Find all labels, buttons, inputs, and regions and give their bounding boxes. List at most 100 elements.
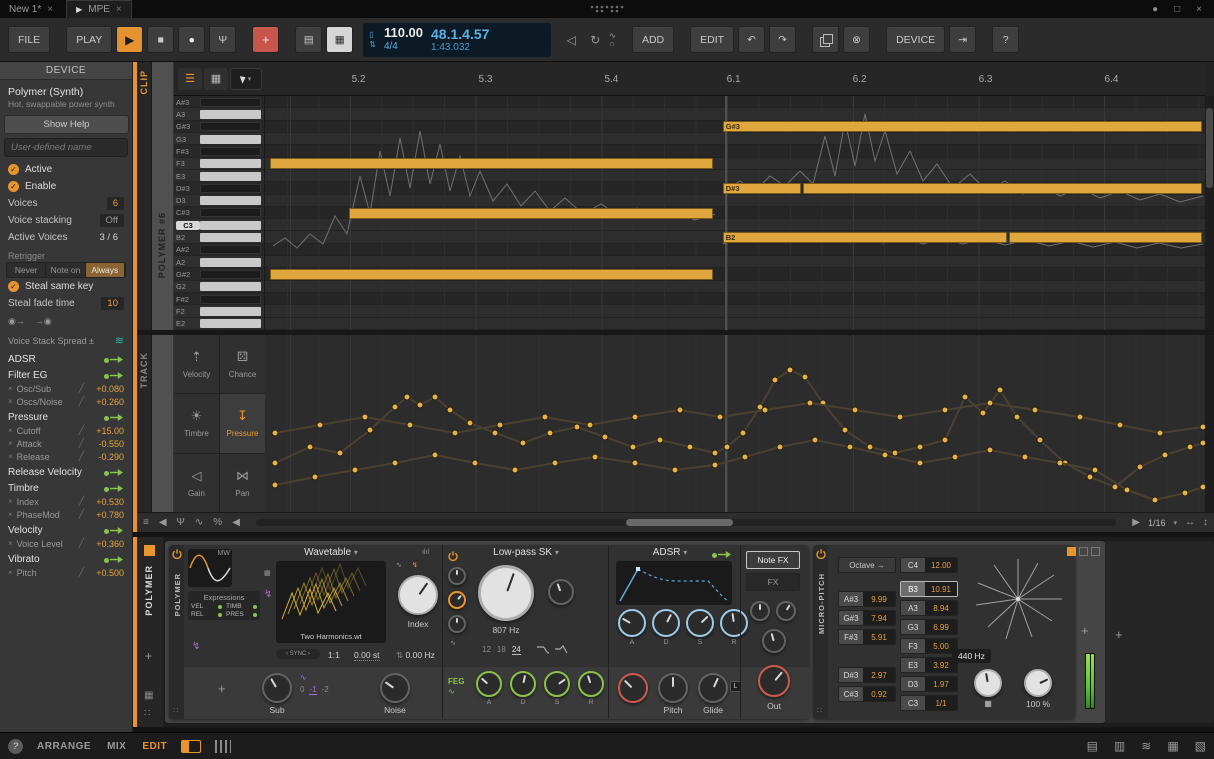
piano-key[interactable]: G#3 — [174, 121, 264, 133]
io-panel-icon[interactable]: ▤ — [1087, 739, 1098, 753]
copy-button[interactable] — [812, 26, 839, 53]
sub-knob[interactable] — [262, 673, 292, 703]
piano-key[interactable]: F3 — [174, 158, 264, 170]
mod-link-icon[interactable]: ↯ — [192, 641, 200, 652]
filter-drive-knob[interactable] — [448, 567, 466, 585]
midi-note[interactable]: G#3 — [723, 121, 1202, 132]
piano-key[interactable]: A#3 — [174, 96, 264, 108]
browser-panel-icon[interactable]: ▦ — [1167, 739, 1178, 753]
out-knob[interactable] — [758, 665, 790, 697]
tab-clip[interactable]: CLIP — [139, 70, 149, 95]
env-type-selector[interactable]: ADSR ▾ — [620, 547, 720, 558]
preroll-icon[interactable]: ◁ — [561, 33, 581, 47]
panel-layout-icon[interactable] — [181, 740, 201, 753]
midi-note[interactable]: D#3 — [723, 183, 801, 194]
retrigger-option[interactable]: Never — [7, 263, 46, 277]
note-in-routing-icon[interactable]: ◉→ — [8, 316, 25, 327]
drag-handle-icon[interactable]: ∷ — [817, 706, 822, 715]
cancel-button[interactable]: ⊗ — [843, 26, 870, 53]
tuning-value[interactable]: 12.00 — [925, 558, 957, 572]
tuning-value[interactable]: 1/1 — [925, 696, 957, 710]
filter-power-icon[interactable] — [448, 551, 458, 561]
project-tab-new1[interactable]: New 1* × — [0, 0, 62, 18]
automation-panel-icon[interactable]: ≋ — [1141, 739, 1151, 753]
vertical-scrollbar-thumb[interactable] — [1206, 108, 1213, 188]
grid-resolution-value[interactable]: 1/16 — [1148, 518, 1166, 528]
close-tab-icon[interactable]: × — [47, 4, 53, 15]
piano-key[interactable]: G3 — [174, 133, 264, 145]
undo-button[interactable]: ↶ — [738, 26, 765, 53]
filter-type-selector[interactable]: Low-pass SK ▾ — [466, 547, 586, 558]
keyboard-range-knob[interactable] — [974, 669, 1002, 697]
pres-depth-knob[interactable] — [776, 601, 796, 621]
remove-mod-icon[interactable]: × — [8, 568, 13, 577]
tuning-cell[interactable]: E3 3.92 — [900, 657, 958, 673]
tuning-cell[interactable]: C3 1/1 — [900, 695, 958, 711]
chain-color-square[interactable] — [1067, 547, 1076, 556]
mod-source-row[interactable]: Timbre — [0, 479, 132, 495]
feg-knob[interactable] — [544, 671, 570, 697]
clip-launcher-record-button[interactable]: ▤ — [295, 26, 322, 53]
mod-amount-value[interactable]: +0.500 — [88, 568, 124, 578]
song-time[interactable]: 1:43.032 — [431, 42, 489, 54]
play-button[interactable]: ▶ — [116, 26, 143, 53]
tuning-value[interactable]: 1.97 — [925, 677, 957, 691]
play-menu-button[interactable]: PLAY — [66, 26, 112, 53]
expression-tab-timbre[interactable]: ☀ Timbre — [174, 394, 219, 452]
piano-key[interactable]: C#3 — [174, 207, 264, 219]
inspector-row-value[interactable]: Off — [100, 214, 125, 227]
tuning-cell[interactable]: A#3 9.99 — [838, 591, 896, 607]
voice-stack-spread-row[interactable]: Voice Stack Spread ± ≋ — [0, 331, 132, 350]
view-button[interactable]: MIX — [107, 741, 126, 752]
steal-fade-value[interactable]: 10 — [101, 297, 124, 310]
env-knob[interactable] — [618, 609, 646, 637]
feg-knob[interactable] — [578, 671, 604, 697]
cutoff-value[interactable]: 807 Hz — [478, 625, 534, 635]
lowpass-curve2-icon[interactable] — [554, 644, 568, 654]
piano-key[interactable]: B2 — [174, 231, 264, 243]
record-button[interactable]: ● — [178, 26, 205, 53]
mod-amount-value[interactable]: -0.550 — [88, 439, 124, 449]
env-knob[interactable] — [720, 609, 748, 637]
power-icon[interactable] — [816, 549, 826, 559]
retrigger-option[interactable]: Note on — [46, 263, 85, 277]
add-oscillator-button[interactable]: + — [218, 681, 226, 696]
tuning-value[interactable]: 9.99 — [863, 592, 895, 606]
mod-target-row[interactable]: × Voice Level ╱ +0.360 — [0, 537, 132, 550]
mod-amount-value[interactable]: +0.360 — [88, 539, 124, 549]
tuning-cell[interactable]: G#3 7.94 — [838, 610, 896, 626]
timeline-ruler[interactable]: 5.25.35.46.16.26.36.4 — [265, 62, 1205, 96]
tuning-cell[interactable]: B3 10.91 — [900, 581, 958, 597]
tempo-value[interactable]: 110.00 — [384, 26, 423, 41]
time-signature[interactable]: 4/4 — [384, 41, 423, 53]
sub-octave-option[interactable]: -1 — [309, 685, 316, 695]
track-color-square[interactable] — [144, 545, 155, 556]
lowpass-curve-icon[interactable] — [536, 644, 550, 654]
wavetable-display[interactable]: Two Harmonics.wt — [276, 561, 386, 643]
tuning-value[interactable]: 10.91 — [925, 582, 957, 596]
remove-mod-icon[interactable]: × — [8, 510, 13, 519]
note-grid[interactable]: G#3 D#3 B2 — [265, 96, 1205, 330]
polymer-device-name[interactable]: POLYMER — [173, 573, 182, 616]
transport-display[interactable]: ▯ ⇅ 110.00 4/4 48.1.4.57 1:43.032 — [363, 23, 551, 57]
remove-mod-icon[interactable]: × — [8, 452, 13, 461]
mod-target-row[interactable]: × Cutoff ╱ +15.00 — [0, 424, 132, 437]
mix-amount-value[interactable]: 100 % — [1016, 699, 1060, 709]
project-tab-mpe[interactable]: ▶ MPE × — [66, 0, 132, 18]
expression-tab-chance[interactable]: ⚄ Chance — [220, 335, 265, 393]
toggle-row[interactable]: ✓ Active — [0, 161, 132, 178]
audition-prev-icon[interactable]: ◀ — [159, 517, 167, 528]
feg-label[interactable]: FEG — [448, 677, 464, 686]
file-menu-button[interactable]: FILE — [8, 26, 50, 53]
drag-handle-icon[interactable]: ∷ — [144, 708, 150, 719]
fx-slot-tab[interactable]: FX — [746, 573, 800, 591]
index-knob[interactable] — [398, 575, 438, 615]
zoom-horizontal-icon[interactable]: ↔ — [1185, 517, 1195, 528]
checkbox-icon[interactable]: ✓ — [8, 281, 19, 292]
expression-tab-pan[interactable]: ⋈ Pan — [220, 454, 265, 512]
inspector-row[interactable]: Active Voices 3 / 6 — [0, 229, 132, 246]
steal-fade-row[interactable]: Steal fade time 10 — [0, 295, 132, 312]
restore-window-icon[interactable]: □ — [1174, 4, 1180, 15]
mod-amount-value[interactable]: +0.080 — [88, 384, 124, 394]
tuning-cell[interactable]: F3 5.00 — [900, 638, 958, 654]
